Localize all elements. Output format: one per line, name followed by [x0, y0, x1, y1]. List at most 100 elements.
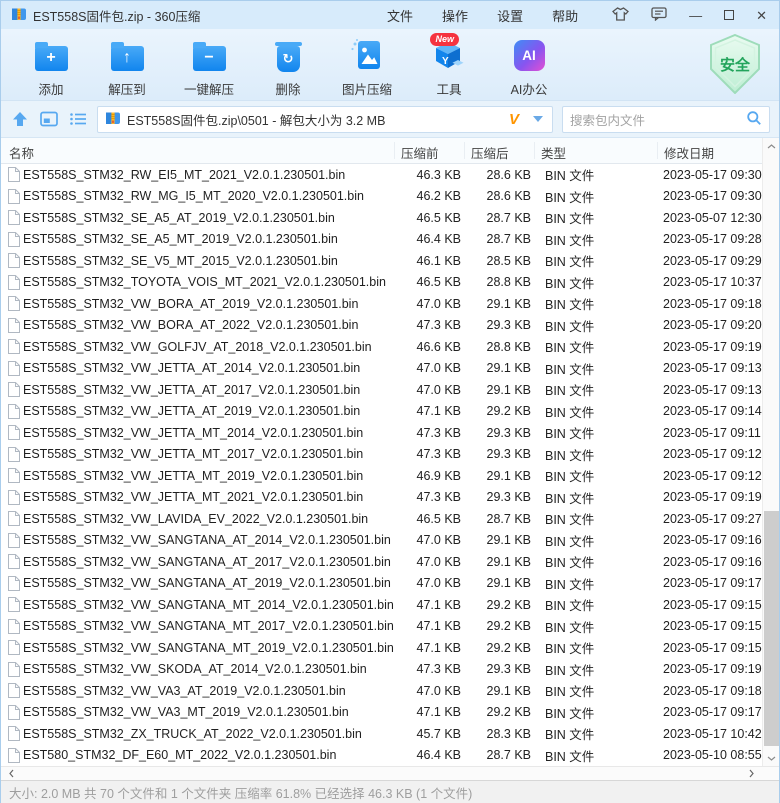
file-row[interactable]: EST558S_STM32_VW_SANGTANA_AT_2014_V2.0.1… — [1, 530, 779, 552]
maximize-button[interactable] — [724, 10, 734, 20]
column-header-name[interactable]: 名称 — [9, 143, 34, 162]
address-input[interactable]: EST558S固件包.zip\0501 - 解包大小为 3.2 MB V — [97, 106, 553, 133]
menu-file[interactable]: 文件 — [387, 6, 413, 25]
file-date: 2023-05-17 09:19 — [643, 662, 779, 676]
skin-theme-icon[interactable] — [612, 7, 629, 24]
file-row[interactable]: EST558S_STM32_VW_SKODA_AT_2014_V2.0.1.23… — [1, 659, 779, 681]
scrollbar-thumb[interactable] — [764, 511, 779, 746]
ai-office-button[interactable]: AI AI办公 — [487, 36, 571, 98]
search-input[interactable]: 搜索包内文件 — [562, 106, 770, 133]
file-size-after: 29.2 KB — [461, 641, 531, 655]
file-name: EST558S_STM32_RW_MG_I5_MT_2020_V2.0.1.23… — [23, 189, 396, 203]
file-date: 2023-05-17 09:17 — [643, 576, 779, 590]
file-size-before: 46.3 KB — [396, 168, 461, 182]
column-header-size-after[interactable]: 压缩后 — [471, 143, 509, 162]
address-dropdown-icon[interactable] — [533, 116, 543, 122]
feedback-icon[interactable] — [651, 7, 667, 24]
scroll-up-icon[interactable] — [763, 138, 780, 154]
scroll-left-icon[interactable] — [3, 767, 19, 780]
file-row[interactable]: EST558S_STM32_SE_V5_MT_2015_V2.0.1.23050… — [1, 250, 779, 272]
file-row[interactable]: EST558S_STM32_VW_LAVIDA_EV_2022_V2.0.1.2… — [1, 508, 779, 530]
file-size-after: 29.1 KB — [461, 297, 531, 311]
file-row[interactable]: EST558S_STM32_VW_BORA_AT_2022_V2.0.1.230… — [1, 315, 779, 337]
safe-shield-badge[interactable]: 安全 — [707, 34, 763, 97]
file-row[interactable]: EST558S_STM32_SE_A5_MT_2019_V2.0.1.23050… — [1, 229, 779, 251]
file-row[interactable]: EST558S_STM32_RW_EI5_MT_2021_V2.0.1.2305… — [1, 164, 779, 186]
menubar: 文件 操作 设置 帮助 — [387, 6, 578, 25]
menu-operation[interactable]: 操作 — [442, 6, 468, 25]
file-row[interactable]: EST558S_STM32_TOYOTA_VOIS_MT_2021_V2.0.1… — [1, 272, 779, 294]
file-row[interactable]: EST558S_STM32_VW_JETTA_MT_2014_V2.0.1.23… — [1, 422, 779, 444]
file-row[interactable]: EST558S_STM32_VW_SANGTANA_AT_2017_V2.0.1… — [1, 551, 779, 573]
column-header-date[interactable]: 修改日期 — [664, 143, 714, 162]
bin-file-icon — [7, 275, 23, 290]
file-size-after: 28.7 KB — [461, 232, 531, 246]
bin-file-icon — [7, 167, 23, 182]
menu-help[interactable]: 帮助 — [552, 6, 578, 25]
bin-file-icon — [7, 576, 23, 591]
file-row[interactable]: EST558S_STM32_ZX_TRUCK_AT_2022_V2.0.1.23… — [1, 723, 779, 745]
add-folder-icon: + — [35, 36, 68, 74]
menu-settings[interactable]: 设置 — [497, 6, 523, 25]
file-name: EST558S_STM32_TOYOTA_VOIS_MT_2021_V2.0.1… — [23, 275, 396, 289]
horizontal-scrollbar[interactable] — [1, 766, 779, 780]
image-compress-button[interactable]: 图片压缩 — [323, 36, 411, 98]
search-icon[interactable] — [746, 110, 762, 129]
file-row[interactable]: EST558S_STM32_VW_VA3_MT_2019_V2.0.1.2305… — [1, 702, 779, 724]
file-row[interactable]: EST558S_STM32_VW_SANGTANA_MT_2019_V2.0.1… — [1, 637, 779, 659]
file-name: EST558S_STM32_VW_SANGTANA_MT_2017_V2.0.1… — [23, 619, 396, 633]
file-name: EST558S_STM32_ZX_TRUCK_AT_2022_V2.0.1.23… — [23, 727, 396, 741]
bin-file-icon — [7, 318, 23, 333]
column-header-size-before[interactable]: 压缩前 — [401, 143, 439, 162]
file-name: EST558S_STM32_VW_GOLFJV_AT_2018_V2.0.1.2… — [23, 340, 396, 354]
bin-file-icon — [7, 382, 23, 397]
file-row[interactable]: EST558S_STM32_VW_SANGTANA_MT_2014_V2.0.1… — [1, 594, 779, 616]
file-size-before: 47.0 KB — [396, 555, 461, 569]
preview-view-icon[interactable] — [39, 109, 59, 129]
bin-file-icon — [7, 361, 23, 376]
file-row[interactable]: EST558S_STM32_SE_A5_AT_2019_V2.0.1.23050… — [1, 207, 779, 229]
file-row[interactable]: EST558S_STM32_VW_JETTA_AT_2019_V2.0.1.23… — [1, 401, 779, 423]
tools-button[interactable]: Y New 工具 — [411, 36, 487, 98]
file-row[interactable]: EST558S_STM32_VW_JETTA_AT_2014_V2.0.1.23… — [1, 358, 779, 380]
file-row[interactable]: EST558S_STM32_VW_JETTA_MT_2021_V2.0.1.23… — [1, 487, 779, 509]
scroll-down-icon[interactable] — [763, 750, 780, 766]
file-name: EST558S_STM32_VW_JETTA_AT_2014_V2.0.1.23… — [23, 361, 396, 375]
file-size-after: 29.1 KB — [461, 576, 531, 590]
file-type: BIN 文件 — [531, 337, 643, 356]
file-name: EST558S_STM32_VW_BORA_AT_2022_V2.0.1.230… — [23, 318, 396, 332]
delete-button[interactable]: ↻ 删除 — [253, 36, 323, 98]
file-row[interactable]: EST558S_STM32_RW_MG_I5_MT_2020_V2.0.1.23… — [1, 186, 779, 208]
close-button[interactable]: ✕ — [756, 9, 767, 22]
file-size-before: 47.0 KB — [396, 361, 461, 375]
file-row[interactable]: EST558S_STM32_VW_SANGTANA_MT_2017_V2.0.1… — [1, 616, 779, 638]
file-type: BIN 文件 — [531, 359, 643, 378]
file-date: 2023-05-07 12:30 — [643, 211, 779, 225]
file-size-after: 29.3 KB — [461, 662, 531, 676]
minimize-button[interactable]: — — [689, 9, 702, 22]
add-button[interactable]: + 添加 — [13, 36, 89, 98]
address-path-text: EST558S固件包.zip\0501 - 解包大小为 3.2 MB — [127, 110, 503, 129]
up-level-icon[interactable] — [10, 109, 30, 129]
file-row[interactable]: EST558S_STM32_VW_GOLFJV_AT_2018_V2.0.1.2… — [1, 336, 779, 358]
file-name: EST558S_STM32_VW_SANGTANA_AT_2019_V2.0.1… — [23, 576, 396, 590]
one-key-extract-button[interactable]: − 一键解压 — [165, 36, 253, 98]
list-view-icon[interactable] — [68, 109, 88, 129]
bin-file-icon — [7, 189, 23, 204]
file-row[interactable]: EST558S_STM32_VW_JETTA_AT_2017_V2.0.1.23… — [1, 379, 779, 401]
one-key-extract-icon: − — [193, 36, 226, 74]
file-name: EST558S_STM32_VW_LAVIDA_EV_2022_V2.0.1.2… — [23, 512, 396, 526]
column-header-type[interactable]: 类型 — [541, 143, 566, 162]
extract-to-button[interactable]: ↑ 解压到 — [89, 36, 165, 98]
window-title: EST558S固件包.zip - 360压缩 — [33, 6, 200, 25]
file-row[interactable]: EST558S_STM32_VW_JETTA_MT_2017_V2.0.1.23… — [1, 444, 779, 466]
tools-icon: Y New — [431, 36, 467, 74]
file-row[interactable]: EST558S_STM32_VW_SANGTANA_AT_2019_V2.0.1… — [1, 573, 779, 595]
file-date: 2023-05-17 10:42 — [643, 727, 779, 741]
file-row[interactable]: EST558S_STM32_VW_JETTA_MT_2019_V2.0.1.23… — [1, 465, 779, 487]
vertical-scrollbar[interactable] — [762, 138, 779, 766]
scroll-right-icon[interactable] — [743, 767, 759, 780]
file-row[interactable]: EST580_STM32_DF_E60_MT_2022_V2.0.1.23050… — [1, 745, 779, 767]
file-row[interactable]: EST558S_STM32_VW_VA3_AT_2019_V2.0.1.2305… — [1, 680, 779, 702]
file-row[interactable]: EST558S_STM32_VW_BORA_AT_2019_V2.0.1.230… — [1, 293, 779, 315]
